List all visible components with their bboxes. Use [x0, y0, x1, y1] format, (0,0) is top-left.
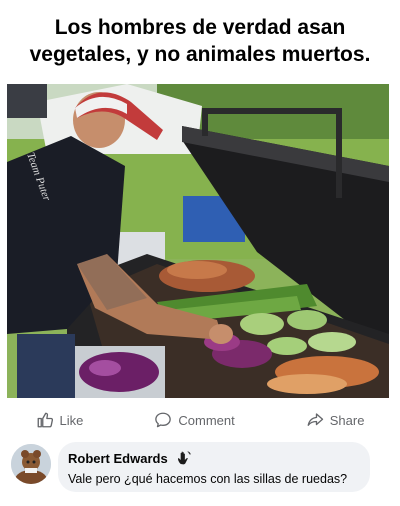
like-label: Like [59, 412, 84, 428]
comment-bubble: Robert Edwards Vale pero ¿qué hacemos co… [58, 442, 370, 492]
comment-author[interactable]: Robert Edwards [68, 451, 168, 466]
comment: Robert Edwards Vale pero ¿qué hacemos co… [0, 440, 400, 502]
thumbs-up-icon [36, 411, 54, 429]
avatar-image [11, 444, 51, 484]
post-actions: Like Comment Share [0, 402, 400, 438]
speech-bubble-icon [154, 411, 172, 429]
comment-button[interactable]: Comment [154, 411, 235, 429]
avatar[interactable] [11, 444, 51, 484]
comment-label: Comment [178, 412, 235, 428]
waving-hand-icon [176, 450, 192, 471]
comment-text: Vale pero ¿qué hacemos con las sillas de… [68, 472, 348, 486]
like-button[interactable]: Like [36, 411, 84, 429]
meme-caption: Los hombres de verdad asan vegetales, y … [0, 0, 400, 82]
grill-photo: Team Puter [7, 84, 389, 398]
caption-text: Los hombres de verdad asan vegetales, y … [29, 16, 371, 66]
share-label: Share [329, 412, 365, 428]
share-button[interactable]: Share [306, 411, 365, 429]
share-arrow-icon [306, 411, 324, 429]
photo-illustration: Team Puter [7, 84, 389, 398]
